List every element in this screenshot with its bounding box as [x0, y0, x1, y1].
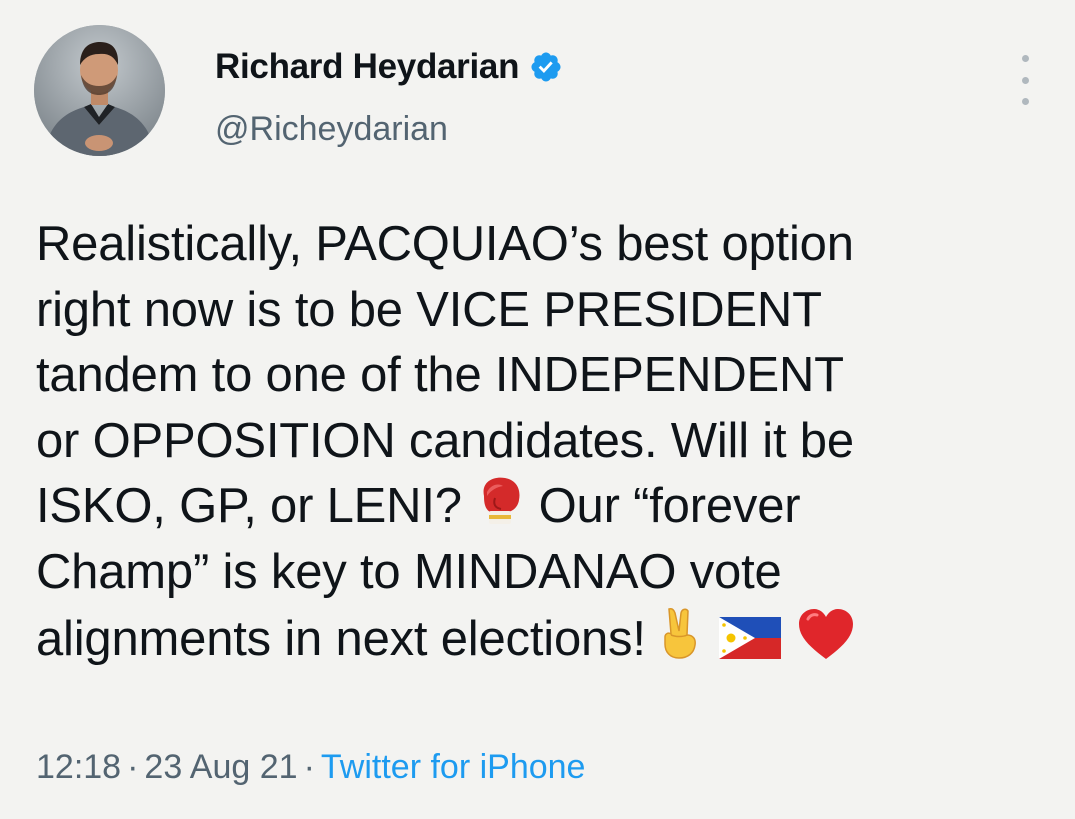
- tweet-line: alignments in next elections!: [36, 605, 1066, 673]
- meta-separator: ·: [127, 748, 139, 786]
- tweet-date[interactable]: 23 Aug 21: [144, 748, 297, 786]
- tweet-line: right now is to be VICE PRESIDENT: [36, 282, 822, 337]
- tweet-card: Richard Heydarian @Richeydarian Realisti…: [0, 0, 1075, 819]
- tweet-text: Realistically, PACQUIAO’s best option ri…: [36, 212, 1066, 673]
- tweet-line: tandem to one of the INDEPENDENT: [36, 348, 844, 402]
- tweet-line: or OPPOSITION candidates. Will it be: [36, 413, 854, 468]
- tweet-line: Realistically, PACQUIAO’s best option: [36, 217, 854, 271]
- tweet-line-segment: ISKO, GP, or LENI?: [36, 479, 462, 533]
- more-dot: [1021, 55, 1029, 62]
- avatar[interactable]: [34, 25, 165, 156]
- profile-photo-icon: [34, 25, 165, 156]
- red-heart-icon: [799, 609, 854, 659]
- tweet-line-segment: alignments in next elections!: [36, 612, 646, 666]
- meta-separator: ·: [303, 748, 315, 786]
- tweet-meta: 12:18 · 23 Aug 21 · Twitter for iPhone: [36, 748, 585, 787]
- tweet-line: Champ” is key to MINDANAO vote: [36, 544, 782, 599]
- tweet-line: ISKO, GP, or LENI? Our “forever: [36, 474, 1066, 540]
- author-display-name[interactable]: Richard Heydarian: [215, 47, 519, 87]
- author-handle[interactable]: @Richeydarian: [215, 110, 448, 149]
- tweet-source-link[interactable]: Twitter for iPhone: [321, 748, 586, 786]
- verified-badge-icon: [531, 52, 561, 82]
- tweet-time[interactable]: 12:18: [36, 748, 121, 786]
- victory-hand-icon: [664, 608, 697, 659]
- more-dot: [1021, 98, 1029, 105]
- author-name-row[interactable]: Richard Heydarian: [215, 42, 563, 92]
- boxing-glove-icon: [483, 477, 520, 524]
- tweet-line-segment: Our “forever: [538, 479, 801, 533]
- more-options-icon[interactable]: [1015, 55, 1035, 105]
- philippines-flag-icon: [718, 617, 781, 659]
- more-dot: [1021, 76, 1029, 84]
